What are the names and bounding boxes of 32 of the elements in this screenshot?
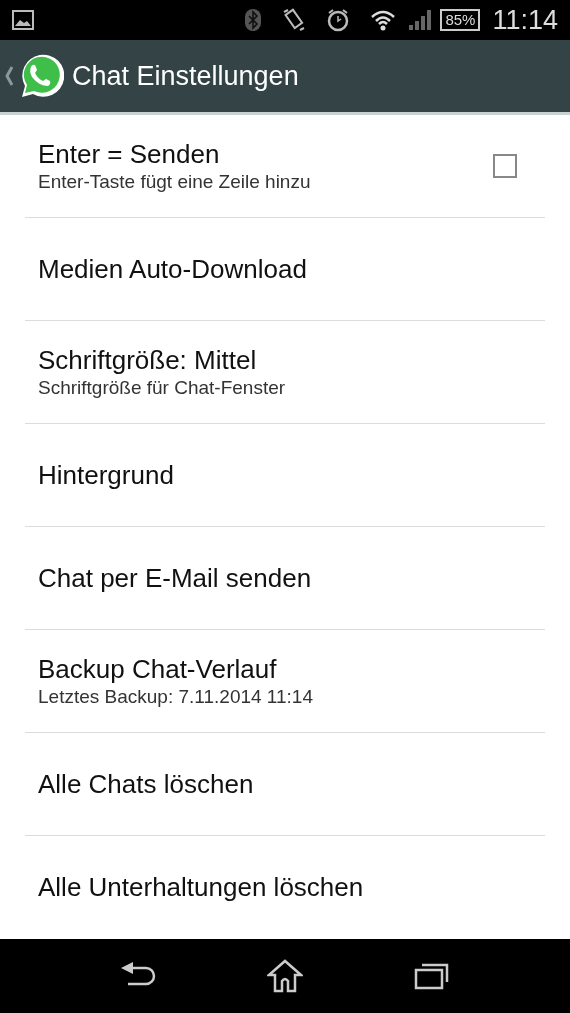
home-icon[interactable] bbox=[267, 958, 303, 993]
signal-icon bbox=[408, 9, 433, 31]
settings-item[interactable]: Alle Unterhaltungen löschen bbox=[25, 835, 545, 939]
setting-summary: Enter-Taste fügt eine Zeile hinzu bbox=[38, 169, 312, 194]
setting-title: Medien Auto-Download bbox=[38, 252, 308, 285]
settings-item[interactable]: Enter = Senden Enter-Taste fügt eine Zeile hinzu bbox=[25, 114, 545, 218]
settings-item[interactable]: Schriftgröße: Mittel Schriftgröße für Chat-Fenster bbox=[25, 320, 545, 424]
setting-title: Backup Chat-Verlauf bbox=[38, 652, 278, 685]
alarm-icon bbox=[326, 8, 351, 32]
battery-indicator: 85% bbox=[440, 9, 481, 31]
settings-item[interactable]: Alle Chats löschen bbox=[25, 732, 545, 836]
clock: 11:14 bbox=[492, 3, 558, 37]
setting-title: Chat per E-Mail senden bbox=[38, 561, 313, 594]
screen-title: Chat Einstellungen bbox=[72, 59, 299, 93]
settings-item[interactable]: Backup Chat-Verlauf Letztes Backup: 7.11.2014 11:14 bbox=[25, 629, 545, 733]
setting-title: Alle Unterhaltungen löschen bbox=[38, 871, 365, 904]
rotation-icon bbox=[282, 8, 307, 32]
setting-title: Enter = Senden bbox=[38, 137, 221, 170]
setting-summary: Schriftgröße für Chat-Fenster bbox=[38, 375, 287, 400]
setting-title: Schriftgröße: Mittel bbox=[38, 343, 258, 376]
settings-item[interactable]: Chat per E-Mail senden bbox=[25, 526, 545, 630]
bluetooth-icon bbox=[244, 8, 263, 32]
setting-summary: Letztes Backup: 7.11.2014 11:14 bbox=[38, 684, 314, 709]
recent-apps-icon[interactable] bbox=[414, 961, 451, 990]
setting-title: Hintergrund bbox=[38, 458, 175, 491]
wifi-icon bbox=[370, 9, 397, 31]
checkbox[interactable] bbox=[493, 153, 517, 178]
settings-item[interactable]: Hintergrund bbox=[25, 423, 545, 527]
settings-item[interactable]: Medien Auto-Download bbox=[25, 217, 545, 321]
picture-icon bbox=[12, 10, 34, 30]
setting-title: Alle Chats löschen bbox=[38, 767, 255, 800]
back-chevron-icon[interactable] bbox=[4, 64, 14, 87]
